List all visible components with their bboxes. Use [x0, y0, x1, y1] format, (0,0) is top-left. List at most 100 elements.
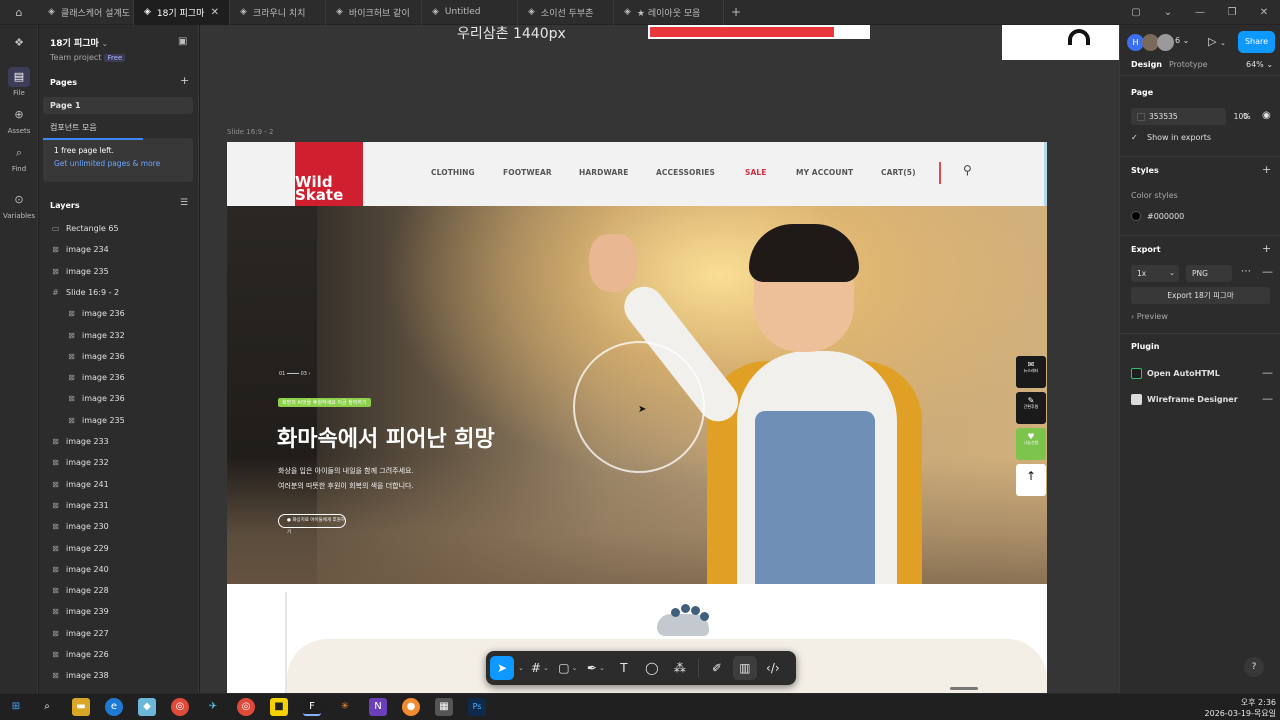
remove-plugin-icon[interactable]: — [1262, 366, 1273, 379]
move-tool[interactable]: ➤ [490, 656, 514, 680]
minimize-icon[interactable]: — [1184, 0, 1216, 25]
rail-file[interactable]: ▤ File [0, 67, 38, 97]
horizontal-scrollbar[interactable] [950, 687, 978, 690]
tab-file-5[interactable]: ◈ Untitled [422, 0, 518, 25]
layer-item[interactable]: ⊠ image 228 [51, 580, 109, 601]
layer-item[interactable]: ⊠ image 239 [51, 601, 109, 622]
layer-item[interactable]: ⊠ image 232 [51, 452, 109, 473]
kakaotalk-icon[interactable]: ■ [270, 698, 288, 716]
layer-item[interactable]: ▭ Rectangle 65 [51, 218, 119, 239]
shape-tool[interactable]: ▢ ⌄ [556, 656, 580, 680]
layer-item[interactable]: ⊠ image 236 [67, 388, 125, 409]
layer-item[interactable]: ⊠ image 230 [51, 516, 109, 537]
export-scale-select[interactable]: 1x ⌄ [1131, 265, 1179, 282]
layer-item[interactable]: ⊠ image 240 [51, 559, 109, 580]
add-page-icon[interactable]: + [180, 74, 189, 87]
layer-item[interactable]: ⊠ image 236 [67, 346, 125, 367]
layer-item[interactable]: ⊠ image 227 [51, 623, 109, 644]
tab-design[interactable]: Design [1131, 60, 1162, 69]
layer-item[interactable]: ⊠ image 232 [67, 325, 125, 346]
color-style-swatch[interactable] [1131, 211, 1141, 221]
share-button[interactable]: Share [1238, 31, 1275, 53]
page-item[interactable]: 컴포넌트 모음 [43, 119, 193, 136]
text-tool[interactable]: T [612, 656, 636, 680]
code-tool[interactable]: ‹/› [761, 656, 785, 680]
avatar[interactable] [1157, 34, 1174, 51]
chevron-down-icon[interactable]: ⌄ [518, 664, 524, 672]
add-style-icon[interactable]: + [1262, 163, 1271, 176]
firefox-icon[interactable]: ● [402, 698, 420, 716]
help-button[interactable]: ? [1244, 657, 1264, 677]
chrome-icon[interactable]: ◎ [237, 698, 255, 716]
frame-tool[interactable]: # ⌄ [528, 656, 552, 680]
layer-item[interactable]: ⊠ image 241 [51, 474, 109, 495]
close-icon[interactable]: ✕ [211, 7, 219, 18]
preview-toggle[interactable]: › Preview [1131, 312, 1168, 321]
file-explorer-icon[interactable]: ▬ [72, 698, 90, 716]
tab-file-7[interactable]: ◈ ★ 레이아웃 모음 [614, 0, 724, 25]
upgrade-link[interactable]: Get unlimited pages & more [54, 159, 182, 168]
layer-item[interactable]: ⊠ image 235 [67, 410, 125, 431]
bird-app-icon[interactable]: ✈ [204, 698, 222, 716]
search-icon[interactable]: ⌕ [38, 698, 56, 716]
photoshop-icon[interactable]: Ps [468, 698, 486, 716]
chevron-down-icon[interactable]: ⌄ [1152, 0, 1184, 25]
dev-mode-tool[interactable]: ▥ [732, 656, 757, 680]
edge-icon[interactable]: e [105, 698, 123, 716]
maximize-icon[interactable]: ❐ [1216, 0, 1248, 25]
draw-tool[interactable]: ✐ [705, 656, 729, 680]
layers-menu-icon[interactable]: ☰ [180, 198, 188, 208]
close-window-icon[interactable]: ✕ [1248, 0, 1280, 25]
page-item[interactable]: Page 1 [43, 97, 193, 114]
layer-item[interactable]: ⊠ image 235 [51, 261, 109, 282]
project-title[interactable]: 18기 피그마 ⌄ [50, 36, 108, 49]
claude-icon[interactable]: ✳ [336, 698, 354, 716]
remove-plugin-icon[interactable]: — [1262, 392, 1273, 405]
notifications-icon[interactable]: ▢ [1120, 0, 1152, 25]
layer-item[interactable]: ⊠ image 236 [67, 367, 125, 388]
layer-item[interactable]: ⊠ image 234 [51, 239, 109, 260]
tab-file-6[interactable]: ◈ 소이선 두부촌 [518, 0, 614, 25]
actions-tool[interactable]: ⁂ [668, 656, 692, 680]
layer-item[interactable]: ⊠ image 236 [67, 303, 125, 324]
chrome-icon[interactable]: ◎ [171, 698, 189, 716]
page-background-color[interactable]: 353535 [1131, 108, 1226, 125]
rail-assets[interactable]: ⊕ Assets [0, 105, 38, 135]
more-options-icon[interactable]: ⋯ [1241, 266, 1251, 277]
clock[interactable]: 오후 2:36 2026-03-19-목요일 [1196, 697, 1276, 719]
layer-item[interactable]: ⊠ image 233 [51, 431, 109, 452]
tab-prototype[interactable]: Prototype [1169, 60, 1208, 69]
app-icon[interactable]: ◆ [138, 698, 156, 716]
export-button[interactable]: Export 18기 피그마 [1131, 287, 1270, 304]
tab-file-3[interactable]: ◈ 크라우니 치치 [230, 0, 326, 25]
new-tab-plus-icon[interactable]: + [724, 5, 748, 19]
layer-item[interactable]: # Slide 16:9 - 2 [51, 282, 119, 303]
layer-item[interactable]: ⊠ image 238 [51, 665, 109, 686]
color-style-value[interactable]: #000000 [1147, 212, 1184, 221]
frame-label[interactable]: Slide 16:9 - 2 [227, 128, 273, 136]
sidebar-toggle-icon[interactable]: ▣ [178, 36, 187, 47]
plugin-item[interactable]: Open AutoHTML [1147, 369, 1220, 378]
comment-tool[interactable]: ◯ [640, 656, 664, 680]
layer-item[interactable]: ⊠ image 231 [51, 495, 109, 516]
layer-item[interactable]: ⊠ image 229 [51, 538, 109, 559]
windows-start-icon[interactable]: ⊞ [7, 698, 25, 716]
pen-tool[interactable]: ✒ ⌄ [584, 656, 608, 680]
figma-menu[interactable]: ❖ [0, 33, 38, 55]
tab-file-1[interactable]: ◈ 클래스케어 설계도 [38, 0, 134, 25]
rail-find[interactable]: ⌕ Find [0, 143, 38, 173]
rail-variables[interactable]: ⊙ Variables [0, 190, 38, 220]
show-in-exports-checkbox[interactable]: ✓ [1131, 133, 1138, 142]
present-play-icon[interactable]: ▷ ⌄ [1208, 35, 1226, 48]
tab-file-4[interactable]: ◈ 바이크허브 같이 [326, 0, 422, 25]
remove-export-icon[interactable]: — [1262, 265, 1273, 278]
home-icon[interactable]: ⌂ [0, 0, 38, 25]
collaborator-count[interactable]: 6 ⌄ [1175, 36, 1189, 45]
layer-item[interactable]: ⊠ image 226 [51, 644, 109, 665]
export-format-select[interactable]: PNG⌄ [1186, 265, 1232, 282]
eye-icon[interactable]: ◉ [1262, 110, 1271, 121]
canvas[interactable]: 우리삼촌 1440px Slide 16:9 - 2 Wild Skate CLO… [200, 25, 1119, 693]
zoom-level[interactable]: 64% ⌄ [1246, 60, 1273, 69]
app-n-icon[interactable]: N [369, 698, 387, 716]
tab-file-2[interactable]: ◈ 18기 피그마 ✕ [134, 0, 230, 25]
